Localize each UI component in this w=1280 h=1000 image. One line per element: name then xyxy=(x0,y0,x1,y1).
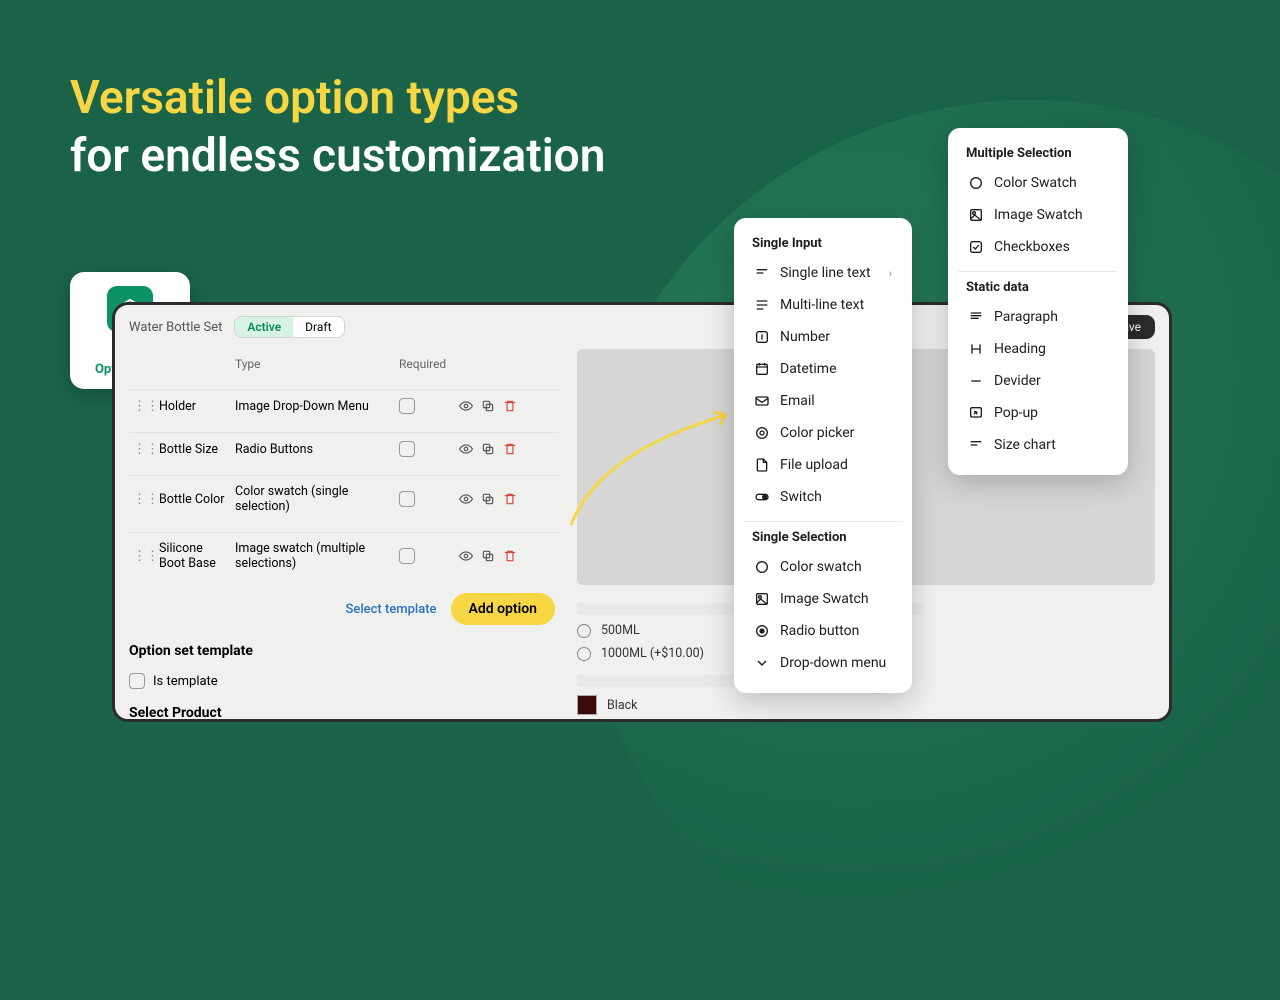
menu-item-switch[interactable]: Switch xyxy=(740,481,906,513)
menu-item-popup[interactable]: Pop-up xyxy=(954,397,1122,429)
menu-item-radio-button[interactable]: Radio button xyxy=(740,615,906,647)
menu-item-paragraph[interactable]: Paragraph xyxy=(954,301,1122,333)
menu-item-size-chart[interactable]: Size chart xyxy=(954,429,1122,461)
trash-icon[interactable] xyxy=(503,549,517,563)
menu-item-file-upload[interactable]: File upload xyxy=(740,449,906,481)
menu-item-datetime[interactable]: Datetime xyxy=(740,353,906,385)
menu-item-image-swatch[interactable]: Image Swatch xyxy=(740,583,906,615)
copy-icon[interactable] xyxy=(481,399,495,413)
table-row: ⋮⋮ Silicone Boot Base Image swatch (mult… xyxy=(129,532,559,579)
required-checkbox[interactable] xyxy=(399,441,415,457)
required-checkbox[interactable] xyxy=(399,491,415,507)
tab-draft[interactable]: Draft xyxy=(293,317,343,337)
menu-group-single-selection: Single Selection xyxy=(752,530,894,545)
menu-item-divider[interactable]: Devider xyxy=(954,365,1122,397)
menu-item-multi-line-text[interactable]: Multi-line text xyxy=(740,289,906,321)
optionset-title[interactable]: Water Bottle Set xyxy=(129,320,222,335)
row-name: Silicone Boot Base xyxy=(159,541,231,571)
required-checkbox[interactable] xyxy=(399,398,415,414)
size-radio[interactable] xyxy=(577,624,591,638)
menu-item-color-swatch[interactable]: Color swatch xyxy=(740,551,906,583)
th-required: Required xyxy=(399,357,455,371)
size-radio[interactable] xyxy=(577,647,591,661)
headline-line2: for endless customization xyxy=(70,129,605,183)
drag-handle-icon[interactable]: ⋮⋮ xyxy=(133,442,155,457)
copy-icon[interactable] xyxy=(481,492,495,506)
is-template-checkbox[interactable] xyxy=(129,673,145,689)
option-type-menu-1: Single Input Single line text› Multi-lin… xyxy=(734,218,912,693)
row-name: Holder xyxy=(159,399,231,414)
headline: Versatile option types for endless custo… xyxy=(70,70,605,185)
trash-icon[interactable] xyxy=(503,492,517,506)
template-section-title: Option set template xyxy=(129,643,559,659)
option-type-menu-2: Multiple Selection Color Swatch Image Sw… xyxy=(948,128,1128,475)
chevron-right-icon: › xyxy=(889,267,892,280)
menu-item-single-line-text[interactable]: Single line text› xyxy=(740,257,906,289)
menu-item-checkboxes[interactable]: Checkboxes xyxy=(954,231,1122,263)
drag-handle-icon[interactable]: ⋮⋮ xyxy=(133,399,155,414)
eye-icon[interactable] xyxy=(459,442,473,456)
select-template-link[interactable]: Select template xyxy=(346,602,437,617)
menu-group-multiple-selection: Multiple Selection xyxy=(966,146,1110,161)
menu-item-image-swatch-multi[interactable]: Image Swatch xyxy=(954,199,1122,231)
trash-icon[interactable] xyxy=(503,442,517,456)
table-row: ⋮⋮ Holder Image Drop-Down Menu xyxy=(129,389,559,422)
select-product-title: Select Product xyxy=(129,705,559,721)
row-name: Bottle Color xyxy=(159,492,231,507)
color-swatch[interactable] xyxy=(577,695,597,715)
drag-handle-icon[interactable]: ⋮⋮ xyxy=(133,492,155,507)
th-type: Type xyxy=(235,357,395,371)
menu-group-static-data: Static data xyxy=(966,280,1110,295)
menu-group-single-input: Single Input xyxy=(752,236,894,251)
menu-item-color-picker[interactable]: Color picker xyxy=(740,417,906,449)
tab-active[interactable]: Active xyxy=(235,317,293,337)
table-row: ⋮⋮ Bottle Color Color swatch (single sel… xyxy=(129,475,559,522)
trash-icon[interactable] xyxy=(503,399,517,413)
table-row: ⋮⋮ Bottle Size Radio Buttons xyxy=(129,432,559,465)
eye-icon[interactable] xyxy=(459,399,473,413)
required-checkbox[interactable] xyxy=(399,548,415,564)
status-tabs: Active Draft xyxy=(234,316,344,338)
row-type: Color swatch (single selection) xyxy=(235,484,395,514)
menu-item-email[interactable]: Email xyxy=(740,385,906,417)
drag-handle-icon[interactable]: ⋮⋮ xyxy=(133,549,155,564)
menu-item-heading[interactable]: Heading xyxy=(954,333,1122,365)
row-type: Radio Buttons xyxy=(235,442,395,457)
copy-icon[interactable] xyxy=(481,442,495,456)
add-option-button[interactable]: Add option xyxy=(451,593,555,625)
row-type: Image swatch (multiple selections) xyxy=(235,541,395,571)
row-name: Bottle Size xyxy=(159,442,231,457)
row-type: Image Drop-Down Menu xyxy=(235,399,395,414)
eye-icon[interactable] xyxy=(459,492,473,506)
headline-line1: Versatile option types xyxy=(70,71,519,125)
copy-icon[interactable] xyxy=(481,549,495,563)
menu-item-dropdown-menu[interactable]: Drop-down menu xyxy=(740,647,906,679)
menu-item-number[interactable]: Number xyxy=(740,321,906,353)
is-template-label: Is template xyxy=(153,674,218,689)
table-header: Type Required xyxy=(129,349,559,379)
menu-item-color-swatch-multi[interactable]: Color Swatch xyxy=(954,167,1122,199)
eye-icon[interactable] xyxy=(459,549,473,563)
